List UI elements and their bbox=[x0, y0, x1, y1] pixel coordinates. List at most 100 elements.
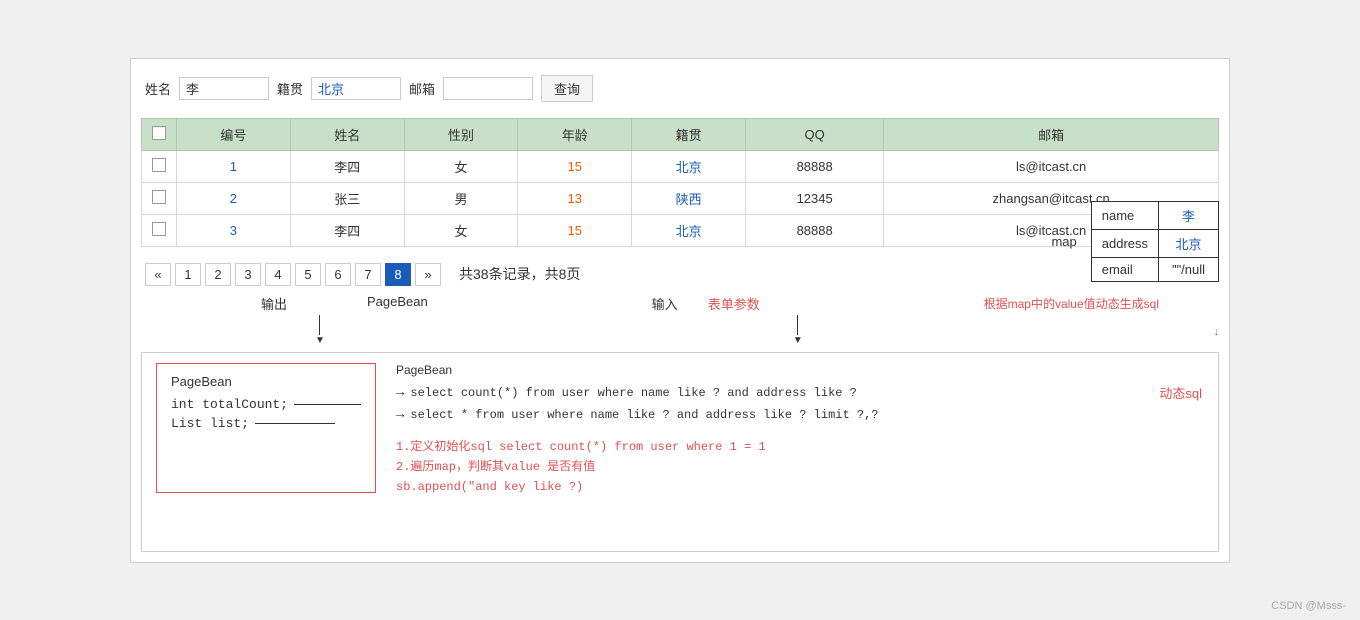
list-dash bbox=[255, 423, 335, 424]
annotation-1: 1.定义初始化sql select count(*) from user whe… bbox=[396, 437, 1204, 457]
sql-line-2: → select * from user where name like ? a… bbox=[396, 407, 1204, 423]
table-row: 1 李四 女 15 北京 88888 ls@itcast.cn bbox=[142, 150, 1219, 182]
map-row-email: email ""/null bbox=[1091, 257, 1218, 281]
arrow-1: → bbox=[396, 385, 404, 401]
name-input[interactable] bbox=[179, 77, 269, 100]
col-qq: QQ bbox=[745, 118, 883, 150]
map-table: name 李 address 北京 email ""/null bbox=[1091, 201, 1219, 282]
row-id-2[interactable]: 2 bbox=[177, 182, 291, 214]
page-6[interactable]: 6 bbox=[325, 263, 351, 286]
row-qq-1: 88888 bbox=[745, 150, 883, 182]
map-row-address: address 北京 bbox=[1091, 229, 1218, 257]
totalcount-dash bbox=[294, 404, 361, 405]
email-input[interactable] bbox=[443, 77, 533, 100]
row-jiguan-2: 陕西 bbox=[632, 182, 746, 214]
row-age-1: 15 bbox=[518, 150, 632, 182]
sql-text-1: select count(*) from user where name lik… bbox=[410, 386, 856, 400]
search-bar: 姓名 籍贯 邮箱 查询 bbox=[141, 69, 1219, 108]
annotation-2: 2.遍历map，判断其value 是否有值 bbox=[396, 457, 1204, 477]
row-name-2: 张三 bbox=[290, 182, 404, 214]
map-val-email: ""/null bbox=[1159, 257, 1219, 281]
page-2[interactable]: 2 bbox=[205, 263, 231, 286]
bottom-annotations: 1.定义初始化sql select count(*) from user whe… bbox=[396, 437, 1204, 498]
jiguan-label: 籍贯 bbox=[277, 79, 303, 98]
output-pagebean-labels: 输出 PageBean bbox=[261, 294, 428, 313]
row-id-1[interactable]: 1 bbox=[177, 150, 291, 182]
map-key-email: email bbox=[1091, 257, 1158, 281]
row-gender-1: 女 bbox=[404, 150, 518, 182]
map-val-name: 李 bbox=[1159, 201, 1219, 229]
watermark: CSDN @Msss- bbox=[1271, 600, 1346, 612]
email-label: 邮箱 bbox=[409, 79, 435, 98]
output-label: 输出 bbox=[261, 294, 287, 313]
row-qq-2: 12345 bbox=[745, 182, 883, 214]
diagram-content: PageBean int totalCount; List list; Page… bbox=[156, 363, 1204, 498]
query-button[interactable]: 查询 bbox=[541, 75, 593, 102]
table-section: 编号 姓名 性别 年龄 籍贯 QQ 邮箱 1 李四 女 15 北京 888 bbox=[141, 118, 1219, 292]
page-8-active[interactable]: 8 bbox=[385, 263, 411, 286]
arrow-2: → bbox=[396, 407, 404, 423]
row-name-3: 李四 bbox=[290, 214, 404, 246]
input-label: 输入 bbox=[652, 294, 678, 313]
col-jiguan: 籍贯 bbox=[632, 118, 746, 150]
pagination-map-row: « 1 2 3 4 5 6 7 8 » 共38条记录，共8页 map name bbox=[141, 257, 1219, 292]
pagebean-ref-label: PageBean bbox=[396, 363, 1204, 377]
pagebean-label-top: PageBean bbox=[367, 294, 428, 313]
arrow-input: ▼ bbox=[793, 315, 803, 346]
pagebean-box: PageBean int totalCount; List list; bbox=[156, 363, 376, 493]
row-gender-3: 女 bbox=[404, 214, 518, 246]
diagram-top-labels: 输出 PageBean 输入 表单参数 根据map中的value值动态生成sql bbox=[141, 292, 1219, 315]
row-checkbox-3 bbox=[142, 214, 177, 246]
map-key-address: address bbox=[1091, 229, 1158, 257]
page-7[interactable]: 7 bbox=[355, 263, 381, 286]
list-text: List list; bbox=[171, 416, 249, 431]
map-annotation: 根据map中的value值动态生成sql bbox=[984, 295, 1159, 312]
page-prev[interactable]: « bbox=[145, 263, 171, 286]
page-1[interactable]: 1 bbox=[175, 263, 201, 286]
sql-text-2: select * from user where name like ? and… bbox=[410, 408, 878, 422]
row-age-2: 13 bbox=[518, 182, 632, 214]
col-age: 年龄 bbox=[518, 118, 632, 150]
page-info: 共38条记录，共8页 bbox=[459, 264, 580, 284]
row-checkbox-1 bbox=[142, 150, 177, 182]
name-label: 姓名 bbox=[145, 79, 171, 98]
arrow-output: ▼ bbox=[315, 315, 325, 346]
row-age-3: 15 bbox=[518, 214, 632, 246]
form-params-label: 表单参数 bbox=[708, 294, 760, 313]
col-gender: 性别 bbox=[404, 118, 518, 150]
pagebean-box-title: PageBean bbox=[171, 374, 361, 389]
col-id: 编号 bbox=[177, 118, 291, 150]
page-3[interactable]: 3 bbox=[235, 263, 261, 286]
row-jiguan-3: 北京 bbox=[632, 214, 746, 246]
input-form-labels: 输入 表单参数 bbox=[652, 294, 760, 313]
col-checkbox bbox=[142, 118, 177, 150]
row-checkbox-2 bbox=[142, 182, 177, 214]
header-checkbox[interactable] bbox=[152, 126, 166, 140]
row-name-1: 李四 bbox=[290, 150, 404, 182]
row-id-3[interactable]: 3 bbox=[177, 214, 291, 246]
row-gender-2: 男 bbox=[404, 182, 518, 214]
sql-area: PageBean → select count(*) from user whe… bbox=[396, 363, 1204, 498]
sql-line-1: → select count(*) from user where name l… bbox=[396, 385, 1204, 401]
map-key-name: name bbox=[1091, 201, 1158, 229]
page-4[interactable]: 4 bbox=[265, 263, 291, 286]
totalcount-text: int totalCount; bbox=[171, 397, 288, 412]
page-5[interactable]: 5 bbox=[295, 263, 321, 286]
diagram-outer: 输出 PageBean 输入 表单参数 根据map中的value值动态生成sql… bbox=[141, 292, 1219, 552]
col-email: 邮箱 bbox=[884, 118, 1219, 150]
jiguan-input[interactable] bbox=[311, 77, 401, 100]
diagram-section: PageBean int totalCount; List list; Page… bbox=[141, 352, 1219, 552]
map-container: map name 李 address 北京 email ""/null bbox=[1051, 201, 1219, 282]
totalcount-line: int totalCount; bbox=[171, 397, 361, 412]
page-next[interactable]: » bbox=[415, 263, 441, 286]
row-jiguan-1: 北京 bbox=[632, 150, 746, 182]
map-label: map bbox=[1051, 234, 1076, 249]
dynamic-sql-label: 动态sql bbox=[1159, 383, 1202, 402]
row-qq-3: 88888 bbox=[745, 214, 883, 246]
list-line: List list; bbox=[171, 416, 361, 431]
row-email-1: ls@itcast.cn bbox=[884, 150, 1219, 182]
vertical-arrows: ▼ ▼ ↓ bbox=[141, 315, 1219, 346]
annotation-3: sb.append("and key like ?) bbox=[396, 477, 1204, 497]
map-val-address: 北京 bbox=[1159, 229, 1219, 257]
map-row-name: name 李 bbox=[1091, 201, 1218, 229]
